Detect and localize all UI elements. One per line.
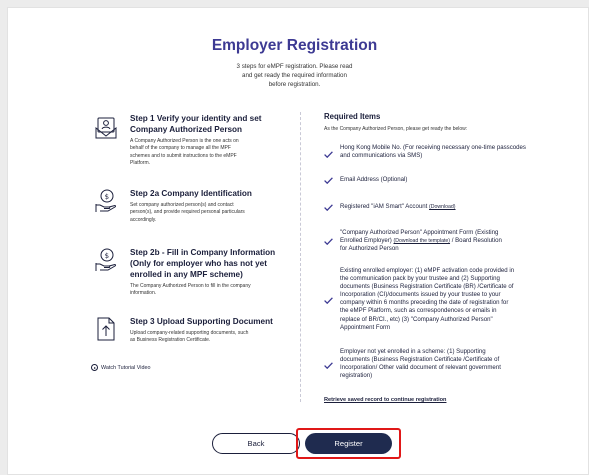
page-title: Employer Registration [211,37,378,54]
item-line: Appointment Form [340,323,391,331]
item-line: Incorporation (CI)/documents issued by y… [340,291,501,299]
step-desc-line: behalf of the company to manage all the … [130,145,231,152]
step-desc-line: accordingly. [130,216,157,223]
checkmark-icon [324,177,333,184]
item-line: replace of BR/CI., etc) (3) "Company Aut… [340,315,493,323]
upload-document-icon [95,317,117,341]
item-line: Hong Kong Mobile No. (For receiving nece… [340,144,526,151]
item-line: Employer not yet enrolled in a scheme: (… [340,348,486,355]
item-line: Incorporation/ Other valid document of r… [340,364,501,372]
download-template-link[interactable]: (Download the template) [394,238,451,244]
required-items-title: Required Items [324,112,381,121]
step-1-description: A Company Authorized Person is the one a… [130,138,290,167]
required-item-text: Employer not yet enrolled in a scheme: (… [340,348,558,380]
checkmark-icon [324,204,333,211]
retrieve-saved-record-link[interactable]: Retrieve saved record to continue regist… [324,397,446,403]
step-2b-description: The Company Authorized Person to fill in… [130,283,290,298]
step-desc-line: as Business Registration Certificate. [130,337,211,344]
checkmark-icon [324,297,333,304]
checkmark-icon [324,238,333,245]
step-3-description: Upload company-related supporting docume… [130,330,290,345]
subtitle-line: before registration. [268,81,321,88]
step-2a-title: Step 2a Company Identification [130,189,252,198]
step-desc-line: Set company authorized person(s) and con… [130,202,234,208]
step-title-line: Step 2b - Fill in Company Information [130,248,276,257]
required-item-text: "Company Authorized Person" Appointment … [340,229,558,253]
verify-identity-icon [95,116,117,140]
item-line: the eMPF Platform, such as correspondenc… [340,307,497,315]
play-circle-icon [91,364,98,371]
required-item-text: Hong Kong Mobile No. (For receiving nece… [340,144,558,160]
required-item-text: Email Address (Optional) [340,176,408,183]
page-subtitle: 3 steps for eMPF registration. Please re… [0,62,589,89]
register-button[interactable]: Register [305,433,392,454]
step-desc-line: Upload company-related supporting docume… [130,330,249,336]
svg-text:$: $ [105,193,109,201]
item-line: for Authorized Person [340,245,399,253]
item-line: Existing enrolled employer: (1) eMPF act… [340,267,515,274]
step-desc-line: A Company Authorized Person is the one a… [130,138,239,144]
item-text: Registered "iAM Smart" Account [340,203,429,210]
back-button[interactable]: Back [212,433,300,454]
step-desc-line: Platform. [130,159,151,166]
item-line: and communications via SMS) [340,152,423,160]
step-2b-title: Step 2b - Fill in Company Information (O… [130,247,310,280]
step-title-line: Company Authorized Person [130,125,243,134]
step-title-line: enrolled in any MPF scheme) [130,270,243,279]
item-line: the communication pack by your trustee a… [340,275,500,283]
watch-tutorial-link[interactable]: Watch Tutorial Video [91,364,150,371]
item-line: registration) [340,372,373,380]
step-1-title: Step 1 Verify your identity and set Comp… [130,113,310,135]
company-identification-icon: $ [95,189,117,213]
checkmark-icon [324,151,333,158]
column-divider [300,112,301,402]
subtitle-line: and get ready the required information [242,72,347,79]
item-line: "Company Authorized Person" Appointment … [340,229,499,236]
svg-text:$: $ [105,252,109,260]
tutorial-label: Watch Tutorial Video [101,364,151,371]
item-line: documents (Business Registration Certifi… [340,283,514,291]
item-line: Enrolled Employer) (Download the templat… [340,237,558,245]
item-text: Enrolled Employer) [340,237,394,245]
step-title-line: (Only for employer who has not yet [130,259,267,268]
step-2a-description: Set company authorized person(s) and con… [130,202,290,224]
required-item-text: Registered "iAM Smart" Account (Download… [340,203,558,211]
item-line: documents (Business Registration Certifi… [340,356,500,364]
step-title-line: Step 1 Verify your identity and set [130,114,262,123]
required-items-subtitle: As the Company Authorized Person, please… [324,126,468,132]
download-iam-smart-link[interactable]: (Download) [429,204,456,210]
step-desc-line: person(s), and provide required personal… [130,209,245,216]
company-information-icon: $ [95,248,117,272]
step-desc-line: schemes and to submit instructions to th… [130,152,237,159]
item-text: / Board Resolution [450,237,502,245]
subtitle-line: 3 steps for eMPF registration. Please re… [236,63,353,70]
step-desc-line: The Company Authorized Person to fill in… [130,283,251,289]
step-3-title: Step 3 Upload Supporting Document [130,317,273,326]
required-item-text: Existing enrolled employer: (1) eMPF act… [340,267,558,332]
item-line: company within 6 months preceding the da… [340,299,509,307]
step-desc-line: information. [130,290,157,297]
checkmark-icon [324,362,333,369]
